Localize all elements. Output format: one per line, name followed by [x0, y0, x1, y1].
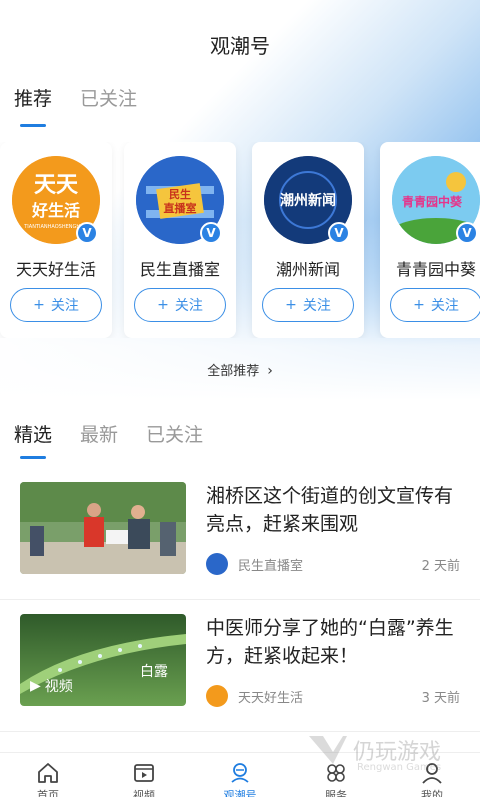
follow-label: 关注	[430, 298, 459, 314]
article-title: 中医师分享了她的“白露”养生方，赶紧收起来！	[206, 617, 454, 667]
nav-label: 我的	[421, 789, 443, 797]
account-card[interactable]: 民生 直播室 V 民生直播室 + 关注	[124, 142, 236, 338]
watermark-logo-icon	[309, 736, 347, 764]
video-label: 视频	[44, 679, 73, 695]
plus-icon: +	[285, 297, 297, 313]
card-name: 潮州新闻	[275, 260, 340, 279]
source-avatar	[206, 685, 228, 707]
sub-tabs: 精选 最新 已关注	[14, 420, 203, 459]
logo-text-top: 潮州新闻	[280, 192, 336, 209]
overlay-text: 白露	[140, 664, 168, 680]
tab-sub-followed[interactable]: 已关注	[146, 420, 203, 447]
all-recommend-label: 全部推荐	[207, 364, 260, 379]
logo-text-top: 天天	[34, 173, 79, 198]
verified-icon: V	[328, 222, 350, 244]
article-thumbnail	[20, 482, 186, 574]
video-icon	[134, 764, 154, 782]
article-time: 3 天前	[421, 690, 460, 706]
nav-label: 服务	[325, 789, 347, 797]
article-thumbnail: 白露 ▶ 视频	[20, 614, 186, 706]
follow-label: 关注	[174, 298, 203, 314]
watermark: 仍玩游戏 Rengwan Games	[305, 730, 480, 773]
play-icon: ▶	[30, 678, 41, 694]
follow-button[interactable]: + 关注	[262, 288, 354, 322]
card-name: 民生直播室	[139, 260, 220, 279]
tab-featured[interactable]: 精选	[14, 420, 52, 459]
logo-text-top: 青青园中葵	[402, 194, 463, 209]
follow-button[interactable]: + 关注	[390, 288, 480, 322]
article-source: 天天好生活	[238, 690, 304, 706]
logo-text-top: 民生	[169, 187, 191, 201]
article-meta: 天天好生活 3 天前	[206, 685, 460, 707]
article-source: 民生直播室	[238, 558, 304, 574]
home-icon	[38, 763, 58, 783]
plus-icon: +	[157, 297, 169, 313]
video-tag: ▶ 视频	[30, 676, 73, 696]
tab-recommend[interactable]: 推荐	[14, 84, 52, 127]
verified-icon: V	[76, 222, 98, 244]
verified-icon: V	[200, 222, 222, 244]
nav-label: 视频	[133, 789, 155, 797]
guanchao-icon	[231, 763, 249, 783]
article-item[interactable]: 白露 ▶ 视频 中医师分享了她的“白露”养生方，赶紧收起来！ 天天好生活 3 天…	[0, 602, 480, 732]
source-avatar	[206, 553, 228, 575]
article-time: 2 天前	[421, 558, 460, 574]
article-photo	[20, 482, 186, 574]
tab-followed[interactable]: 已关注	[80, 84, 137, 111]
all-recommend-link[interactable]: 全部推荐 ›	[0, 360, 480, 379]
card-name: 青青园中葵	[395, 260, 476, 279]
follow-button[interactable]: + 关注	[134, 288, 226, 322]
page-title: 观潮号	[210, 34, 270, 58]
logo-text-bottom: 好生活	[31, 201, 80, 220]
follow-label: 关注	[50, 298, 79, 314]
chevron-right-icon: ›	[267, 363, 273, 379]
nav-label: 观潮号	[223, 789, 257, 797]
nav-video[interactable]: 视频	[96, 753, 192, 800]
account-card[interactable]: 天天 好生活 TIANTIANHAOSHENGHUO V 天天好生活 + 关注	[0, 142, 112, 338]
nav-home[interactable]: 首页	[0, 753, 96, 800]
top-tabs: 推荐 已关注	[14, 84, 137, 127]
account-card[interactable]: 潮州新闻 V 潮州新闻 + 关注	[252, 142, 364, 338]
tab-latest[interactable]: 最新	[80, 420, 118, 447]
article-title: 湘桥区这个街道的创文宣传有亮点，赶紧来围观	[206, 485, 454, 535]
plus-icon: +	[33, 297, 45, 313]
account-card[interactable]: 青青园中葵 V 青青园中葵 + 关注	[380, 142, 480, 338]
nav-guanchao[interactable]: 观潮号	[192, 753, 288, 800]
recommend-card-row: 天天 好生活 TIANTIANHAOSHENGHUO V 天天好生活 + 关注 …	[0, 142, 480, 338]
verified-icon: V	[456, 222, 478, 244]
card-name: 天天好生活	[15, 260, 96, 279]
follow-label: 关注	[302, 298, 331, 314]
watermark-sub: Rengwan Games	[357, 762, 442, 773]
nav-label: 首页	[37, 789, 59, 797]
article-item[interactable]: 湘桥区这个街道的创文宣传有亮点，赶紧来围观 民生直播室 2 天前	[0, 470, 480, 600]
plus-icon: +	[413, 297, 425, 313]
logo-text-bottom: 直播室	[164, 201, 197, 215]
follow-button[interactable]: + 关注	[10, 288, 102, 322]
article-meta: 民生直播室 2 天前	[206, 553, 460, 575]
